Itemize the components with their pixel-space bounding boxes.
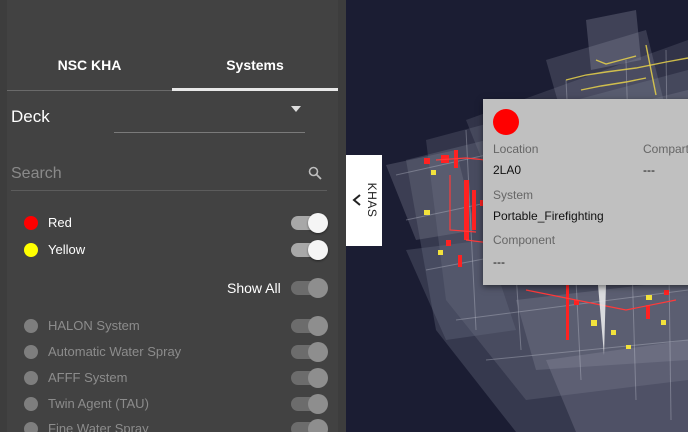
tab-nsc-kha[interactable]: NSC KHA (7, 40, 172, 90)
afff-system-toggle[interactable] (291, 368, 328, 388)
status-filter-label: Red (48, 215, 72, 230)
compartment-label: Compartment (643, 142, 688, 156)
system-item-halon: HALON System (7, 315, 338, 337)
deck-dropdown[interactable] (114, 96, 305, 133)
deck-label: Deck (11, 107, 50, 126)
system-status-dot (24, 345, 38, 359)
halon-system-toggle[interactable] (291, 316, 328, 336)
system-status-dot (24, 319, 38, 333)
system-label: Automatic Water Spray (48, 344, 182, 359)
show-all-label: Show All (227, 280, 281, 296)
active-tab-indicator (172, 88, 338, 91)
system-status-dot (24, 422, 38, 432)
tab-systems[interactable]: Systems (172, 40, 338, 90)
system-label: System (493, 188, 534, 202)
side-panel: NSC KHA Systems Deck Red Yellow (0, 0, 346, 432)
search-icon[interactable] (308, 166, 322, 180)
system-label: HALON System (48, 318, 140, 333)
component-value: --- (493, 255, 505, 269)
red-status-dot (24, 216, 38, 230)
system-item-afff: AFFF System (7, 367, 338, 389)
yellow-toggle[interactable] (291, 240, 328, 260)
yellow-status-dot (24, 243, 38, 257)
location-value: 2LA0 (493, 163, 522, 177)
red-toggle[interactable] (291, 213, 328, 233)
fine-water-spray-toggle[interactable] (291, 419, 328, 432)
system-item-fine-water-spray: Fine Water Spray (7, 418, 338, 432)
tab-bar: NSC KHA Systems (7, 40, 338, 92)
status-filter-yellow: Yellow (7, 239, 338, 261)
system-label: Fine Water Spray (48, 421, 149, 432)
filter-panel: NSC KHA Systems Deck Red Yellow (7, 0, 338, 432)
system-status-dot (24, 397, 38, 411)
system-item-twin-agent: Twin Agent (TAU) (7, 393, 338, 415)
status-filter-label: Yellow (48, 242, 86, 257)
caret-down-icon (291, 106, 301, 112)
system-item-automatic-water-spray: Automatic Water Spray (7, 341, 338, 363)
handle-label: KHAS (365, 182, 379, 218)
compartment-value: --- (643, 163, 655, 177)
system-label: AFFF System (48, 370, 128, 385)
automatic-water-spray-toggle[interactable] (291, 342, 328, 362)
twin-agent-toggle[interactable] (291, 394, 328, 414)
chevron-left-icon (352, 194, 361, 206)
component-label: Component (493, 233, 556, 247)
system-value: Portable_Firefighting (493, 209, 604, 223)
system-status-dot (24, 371, 38, 385)
system-label: Twin Agent (TAU) (48, 396, 149, 411)
status-filter-red: Red (7, 212, 338, 234)
search-input[interactable] (11, 160, 327, 191)
collapse-panel-handle[interactable]: KHAS (346, 155, 382, 246)
status-indicator-dot (493, 109, 519, 135)
component-info-popup: Location Compartment 2LA0 --- System Por… (483, 99, 688, 285)
show-all-toggle[interactable] (291, 278, 328, 298)
location-label: Location (493, 142, 539, 156)
